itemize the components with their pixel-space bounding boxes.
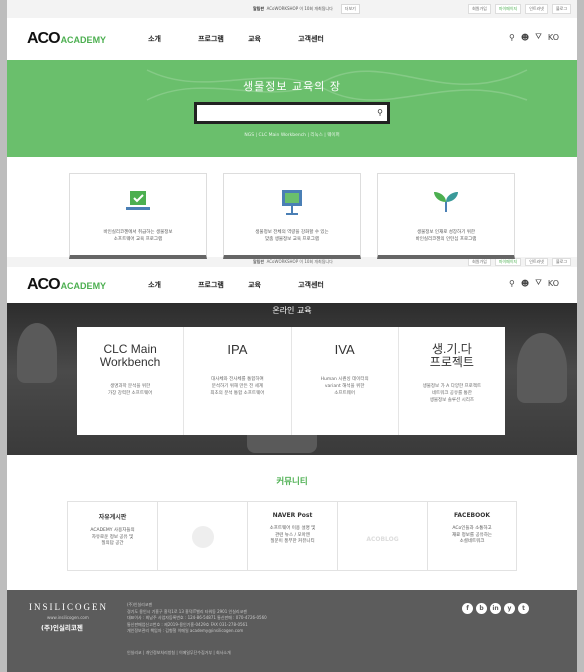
- user-icon[interactable]: ☻: [521, 279, 529, 288]
- link-intranet[interactable]: 인트라넷: [525, 258, 548, 266]
- search-icon[interactable]: ⚲: [377, 108, 383, 117]
- facebook-icon[interactable]: f: [462, 603, 473, 614]
- top-utility-bar: 알림판 ACoWORKSHOP 이 10회 개최됩니다 더보기 회원가입 마이페…: [7, 0, 577, 18]
- cart-icon[interactable]: ⛛: [535, 278, 542, 288]
- link-signup[interactable]: 회원가입: [468, 258, 491, 266]
- language-selector[interactable]: KO: [548, 279, 559, 288]
- course-title: 생.기.다 프로젝트: [429, 342, 474, 369]
- user-icon[interactable]: ☻: [521, 33, 529, 42]
- menu-about[interactable]: 소개: [148, 34, 198, 44]
- community-heading: FACEBOOK: [454, 512, 490, 519]
- feature-text: 생물정보 인재로 성장하기 위한 바인실리코젠의 인턴십 프로그램: [415, 230, 477, 242]
- linkedin-icon[interactable]: in: [490, 603, 501, 614]
- background-person: [17, 323, 57, 383]
- community-boxes: 자유게시판 ACADEMY 사용자들의 자유로운 정보 공유 및 질의답 공간 …: [7, 501, 577, 571]
- feature-card-custom[interactable]: 생물정보 전체의 역량을 강화할 수 있는 맞춤 생물정보 교육 프로그램: [223, 173, 361, 259]
- main-nav: ACO ACADEMY 소개 프로그램 교육 고객센터 ⚲ ☻ ⛛ KO: [7, 18, 577, 60]
- utility-links: 회원가입 마이페이지 인트라넷 블로그: [468, 4, 571, 14]
- community-heading: 자유게시판: [98, 514, 127, 521]
- link-blog[interactable]: 블로그: [551, 258, 571, 266]
- link-mypage[interactable]: 마이페이지: [494, 4, 522, 14]
- background-person: [517, 333, 567, 403]
- youtube-icon[interactable]: y: [504, 603, 515, 614]
- notice-ticker[interactable]: 알림판 ACoWORKSHOP 이 10회 개최됩니다: [253, 259, 333, 265]
- community-title: 커뮤니티: [276, 477, 308, 487]
- main-menu: 소개 프로그램 교육 고객센터: [148, 280, 348, 290]
- community-body: ACADEMY 사용자들의 자유로운 정보 공유 및 질의답 공간: [90, 528, 135, 546]
- page-frame: 알림판 ACoWORKSHOP 이 10회 개최됩니다 더보기 회원가입 마이페…: [7, 0, 577, 672]
- menu-about[interactable]: 소개: [148, 280, 198, 290]
- menu-support[interactable]: 고객센터: [298, 34, 348, 44]
- community-section: 커뮤니티 자유게시판 ACADEMY 사용자들의 자유로운 정보 공유 및 질의…: [7, 455, 577, 579]
- nav-icons: ⚲ ☻ ⛛ KO: [509, 32, 559, 42]
- community-free-board[interactable]: 자유게시판 ACADEMY 사용자들의 자유로운 정보 공유 및 질의답 공간: [67, 501, 157, 571]
- main-menu: 소개 프로그램 교육 고객센터: [148, 34, 348, 44]
- link-mypage[interactable]: 마이페이지: [494, 258, 522, 266]
- community-facebook[interactable]: FACEBOOK ACo인들과 소통하고 재료 정보를 공유하는 소셜네트워크: [427, 501, 517, 571]
- footer-brand: INSILICOGEN: [29, 602, 108, 612]
- menu-support[interactable]: 고객센터: [298, 280, 348, 290]
- footer-info-line: 대표이사 : 최남주 사업자등록번호 : 124-86-54871 통신판매 :…: [127, 615, 267, 620]
- course-card-project[interactable]: 생.기.다 프로젝트 생물정보 가 A 다양한 프로젝트 네트워크 공유를 통한…: [399, 327, 505, 435]
- community-logo-box[interactable]: [157, 501, 247, 571]
- presentation-board-icon: [282, 190, 302, 215]
- nav-icons: ⚲ ☻ ⛛ KO: [509, 278, 559, 288]
- sprout-icon: [434, 192, 458, 212]
- feature-text: 바인실리코젠에서 취급하는 생물정보 소프트웨어 교육 프로그램: [103, 230, 173, 242]
- notice-ticker[interactable]: 알림판 ACoWORKSHOP 이 10회 개최됩니다: [253, 6, 333, 12]
- twitter-icon[interactable]: t: [518, 603, 529, 614]
- search-icon[interactable]: ⚲: [509, 279, 515, 288]
- cart-icon[interactable]: ⛛: [535, 32, 542, 42]
- blog-icon[interactable]: b: [476, 603, 487, 614]
- footer-brand-korean: (주)인실리코젠: [41, 624, 83, 632]
- feature-cards: 바인실리코젠에서 취급하는 생물정보 소프트웨어 교육 프로그램 생물정보 전체…: [7, 157, 577, 259]
- hero-banner: 생물정보 교육의 장 ⚲ NGS | CLC Main Workbench | …: [7, 60, 577, 157]
- course-desc: Human 시퀀싱 데이터의 variant 해석을 위한 소프트웨어: [320, 377, 369, 396]
- site-logo[interactable]: ACO ACADEMY: [27, 30, 106, 48]
- notice-more-button[interactable]: 더보기: [340, 4, 360, 14]
- course-desc: 대사체와 전사체를 통합하여 분석하기 위해 만든 전 세계 최초의 분석 통합…: [210, 377, 265, 396]
- footer-info-line: 개인정보관리 책임자 : 김형철 이메일 academy@insilicogen…: [127, 628, 244, 633]
- link-blog[interactable]: 블로그: [551, 4, 571, 14]
- site-footer: INSILICOGEN www.insilicogen.com (주)인실리코젠…: [7, 590, 577, 672]
- link-intranet[interactable]: 인트라넷: [525, 4, 548, 14]
- course-desc: 생물정보 가 A 다양한 프로젝트 네트워크 공유를 통한 생물정보 솔루션 시…: [422, 384, 482, 403]
- course-title: IPA: [227, 342, 248, 357]
- footer-brand-url[interactable]: www.insilicogen.com: [47, 615, 89, 620]
- online-education-section: 온라인 교육 CLC Main Workbench 생명과학 분석을 위한 가장…: [7, 303, 577, 455]
- social-links: f b in y t: [462, 603, 529, 614]
- menu-education[interactable]: 교육: [248, 280, 298, 290]
- menu-education[interactable]: 교육: [248, 34, 298, 44]
- community-body: 소프트웨어 이용 설명 및 관련 뉴스 / 모아엔 질문이 풍부한 커뮤니티: [269, 526, 316, 544]
- online-course-cards: CLC Main Workbench 생명과학 분석을 위한 가장 강력한 소프…: [77, 327, 505, 435]
- bioinformatics-logo-icon: [191, 526, 214, 548]
- link-signup[interactable]: 회원가입: [468, 4, 491, 14]
- community-blog-box[interactable]: ACOBLOG: [337, 501, 427, 571]
- course-card-clc[interactable]: CLC Main Workbench 생명과학 분석을 위한 가장 강력한 소프…: [77, 327, 185, 435]
- menu-program[interactable]: 프로그램: [198, 280, 248, 290]
- course-card-iva[interactable]: IVA Human 시퀀싱 데이터의 variant 해석을 위한 소프트웨어: [292, 327, 399, 435]
- feature-card-internship[interactable]: 생물정보 인재로 성장하기 위한 바인실리코젠의 인턴십 프로그램: [377, 173, 515, 259]
- course-title: IVA: [334, 342, 355, 357]
- feature-text: 생물정보 전체의 역량을 강화할 수 있는 맞춤 생물정보 교육 프로그램: [255, 230, 329, 242]
- community-heading: NAVER Post: [272, 512, 313, 519]
- hero-search-input[interactable]: ⚲: [194, 102, 390, 124]
- online-education-title: 온라인 교육: [272, 306, 312, 315]
- utility-links: 회원가입 마이페이지 인트라넷 블로그: [468, 258, 571, 266]
- feature-card-software[interactable]: 바인실리코젠에서 취급하는 생물정보 소프트웨어 교육 프로그램: [69, 173, 207, 259]
- course-card-ipa[interactable]: IPA 대사체와 전사체를 통합하여 분석하기 위해 만든 전 세계 최초의 분…: [184, 327, 292, 435]
- course-title: CLC Main Workbench: [99, 342, 161, 369]
- laptop-check-icon: [126, 191, 150, 210]
- footer-links[interactable]: 인실리코 | 개인정보처리방침 | 이메일무단수집거부 | 회사소개: [127, 650, 231, 656]
- site-logo[interactable]: ACO ACADEMY: [27, 276, 106, 294]
- aco-blog-logo: ACOBLOG: [366, 536, 399, 543]
- sticky-nav: ACO ACADEMY 소개 프로그램 교육 고객센터 ⚲ ☻ ⛛ KO: [7, 267, 577, 303]
- language-selector[interactable]: KO: [548, 33, 559, 42]
- community-body: ACo인들과 소통하고 재료 정보를 공유하는 소셜네트워크: [451, 526, 493, 544]
- community-naver-post[interactable]: NAVER Post 소프트웨어 이용 설명 및 관련 뉴스 / 모아엔 질문이…: [247, 501, 337, 571]
- search-icon[interactable]: ⚲: [509, 33, 515, 42]
- footer-company-info: (주)인실리코젠 경기도 용인시 기흥구 흥덕1로 13 흥덕IT밸리 타워동 …: [127, 602, 267, 635]
- menu-program[interactable]: 프로그램: [198, 34, 248, 44]
- course-desc: 생명과학 분석을 위한 가장 강력한 소프트웨어: [107, 384, 153, 396]
